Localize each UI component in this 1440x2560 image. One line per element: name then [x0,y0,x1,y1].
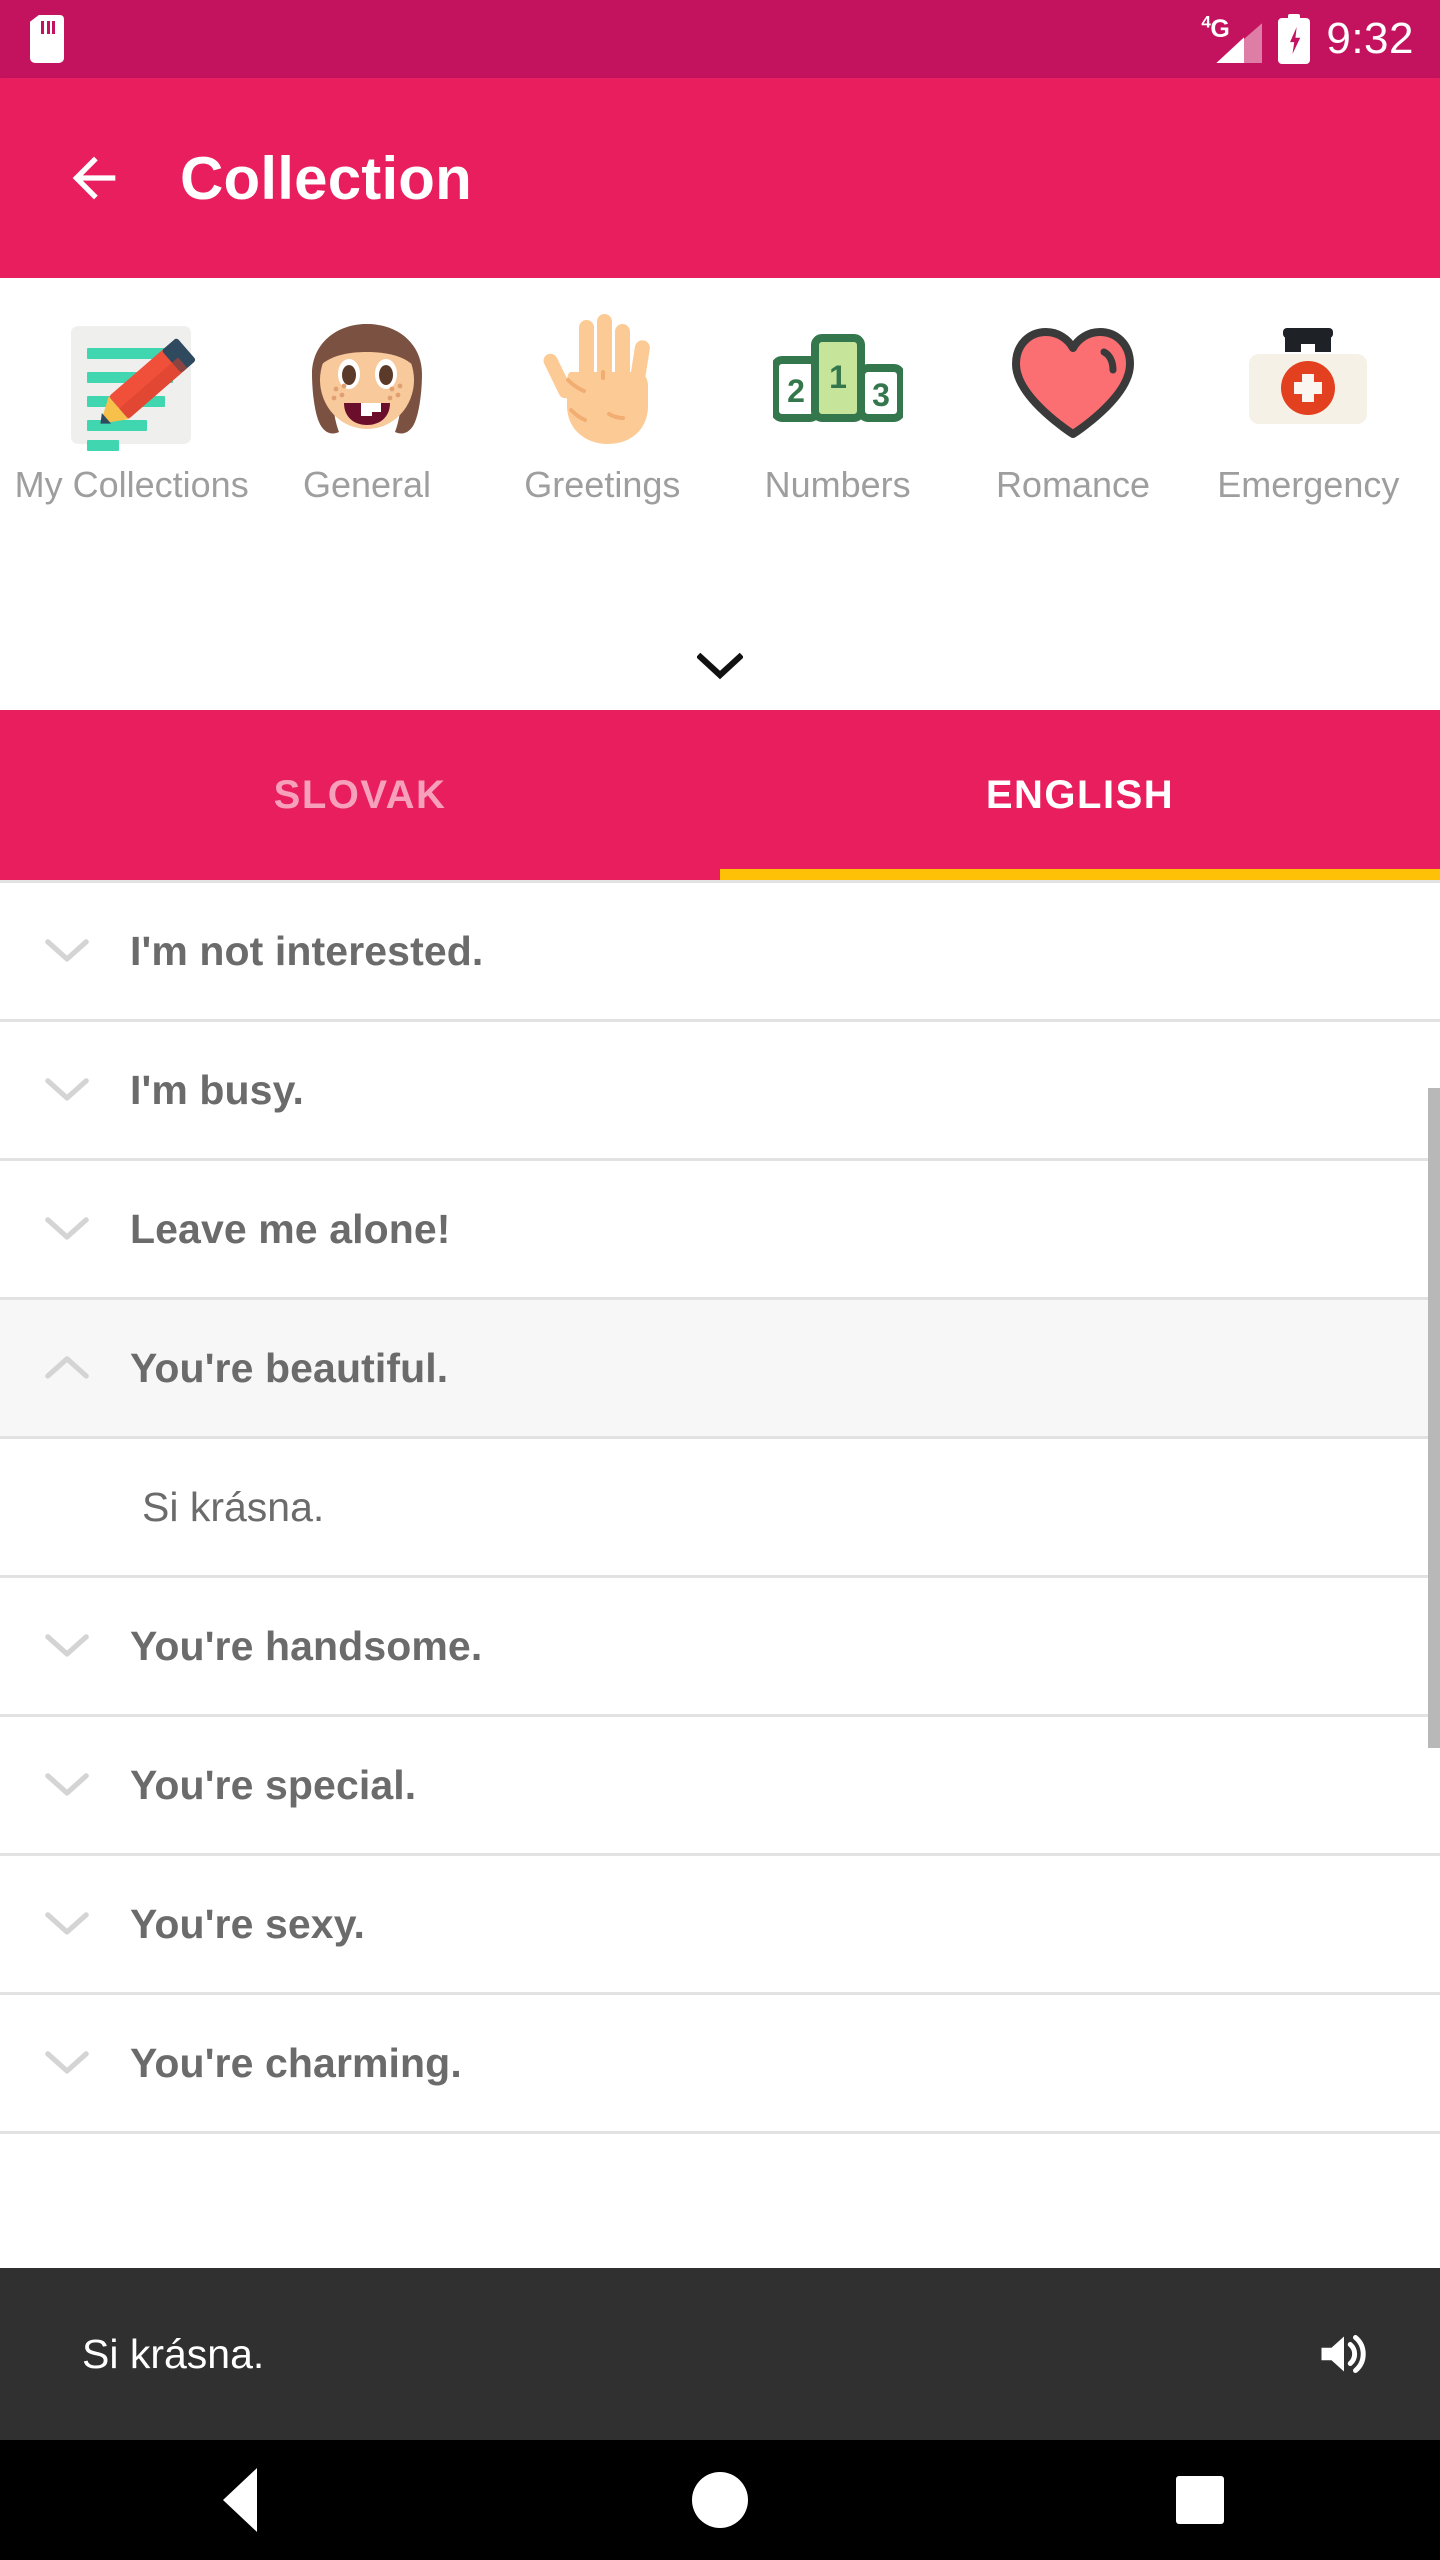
category-row: My Collections General Greetings 2 1 3 N… [0,278,1440,506]
phrase-text: Leave me alone! [130,1205,451,1252]
chevron-down-icon [45,1078,89,1101]
page-title: Collection [180,144,473,212]
language-tab-bar: SLOVAK ENGLISH [0,710,1440,880]
category-panel: My Collections General Greetings 2 1 3 N… [0,278,1440,710]
category-label: General [302,464,432,505]
nav-recents-button[interactable] [1125,2440,1275,2560]
phrase-text: You're special. [130,1761,417,1808]
phrase-text: You're sexy. [130,1900,366,1947]
status-bar-clock: 9:32 [1326,14,1414,63]
phrase-translation-text: Si krásna. [142,1483,325,1530]
phrase-row-7[interactable]: You're charming. [0,1995,1440,2134]
medical-bag-icon [1237,310,1379,452]
circle-home-icon [692,2472,748,2528]
expand-toggle[interactable] [34,1196,100,1262]
memo-pencil-icon [61,310,203,452]
signal-bars-icon: 4G [1200,14,1263,64]
category-my-collections[interactable]: My Collections [14,310,249,506]
back-button[interactable] [38,122,150,234]
expand-toggle[interactable] [34,1891,100,1957]
phrase-text: You're handsome. [130,1622,483,1669]
phrase-text: You're charming. [130,2039,462,2086]
square-recents-icon [1176,2476,1224,2524]
expand-toggle[interactable] [34,918,100,984]
category-label: Emergency [1217,464,1400,505]
arrow-left-icon [72,156,116,200]
category-numbers[interactable]: 2 1 3 Numbers [720,310,955,506]
category-label: Romance [995,464,1151,505]
chevron-down-icon [45,2051,89,2074]
girl-face-icon [296,310,438,452]
tab-label: SLOVAK [273,772,447,817]
phrase-text: You're beautiful. [130,1344,449,1391]
podium-number-1: 1 [829,359,847,395]
tab-english[interactable]: ENGLISH [720,710,1440,880]
status-bar: 4G 9:32 [0,0,1440,78]
category-label: My Collections [14,464,249,505]
android-nav-bar [0,2440,1440,2560]
nav-home-button[interactable] [645,2440,795,2560]
chevron-down-icon [45,939,89,962]
chevron-down-icon [45,1217,89,1240]
speaker-volume-icon [1321,2335,1366,2373]
expand-toggle[interactable] [34,2030,100,2096]
status-bar-right: 4G 9:32 [1200,14,1414,64]
tab-label: ENGLISH [985,772,1175,817]
battery-charging-icon [1278,14,1311,64]
phrase-translation-row[interactable]: Si krásna. [0,1439,1440,1578]
category-label: Numbers [764,464,911,505]
expand-toggle[interactable] [34,1057,100,1123]
collapse-toggle[interactable] [34,1335,100,1401]
category-greetings[interactable]: Greetings [485,310,720,506]
player-phrase-text: Si krásna. [82,2330,265,2377]
phrase-row-3[interactable]: You're beautiful. [0,1300,1440,1439]
heart-icon [1002,310,1144,452]
chevron-up-icon [45,1356,89,1379]
phrase-row-1[interactable]: I'm busy. [0,1022,1440,1161]
expand-toggle[interactable] [34,1613,100,1679]
phrase-text: I'm busy. [130,1066,304,1113]
category-label: Greetings [524,464,681,505]
raised-hand-icon [531,310,673,452]
category-general[interactable]: General [249,310,484,506]
category-romance[interactable]: Romance [955,310,1190,506]
phrase-row-0[interactable]: I'm not interested. [0,883,1440,1022]
category-emergency[interactable]: Emergency [1191,310,1426,506]
phrase-text: I'm not interested. [130,927,484,974]
tab-slovak[interactable]: SLOVAK [0,710,720,880]
triangle-back-icon [223,2468,257,2532]
chevron-down-icon [697,652,743,680]
phrase-row-5[interactable]: You're special. [0,1717,1440,1856]
chevron-down-icon [45,1773,89,1796]
categories-expand-button[interactable] [685,642,755,692]
category-expand-row [0,642,1440,692]
sd-card-icon [30,15,64,63]
app-screen: 4G 9:32 Collection My Collections Genera… [0,0,1440,2560]
chevron-down-icon [45,1912,89,1935]
chevron-down-icon [45,1634,89,1657]
player-bar: Si krásna. [0,2268,1440,2440]
phrase-row-6[interactable]: You're sexy. [0,1856,1440,1995]
podium-number-3: 3 [872,377,890,413]
phrase-row-4[interactable]: You're handsome. [0,1578,1440,1717]
phrase-row-2[interactable]: Leave me alone! [0,1161,1440,1300]
app-bar: Collection [0,78,1440,278]
expand-toggle[interactable] [34,1752,100,1818]
play-audio-button[interactable] [1296,2306,1392,2402]
podium-123-icon: 2 1 3 [767,310,909,452]
nav-back-button[interactable] [165,2440,315,2560]
phrase-list[interactable]: I'm not interested. I'm busy. Leave me a… [0,880,1440,2190]
podium-number-2: 2 [787,373,805,409]
